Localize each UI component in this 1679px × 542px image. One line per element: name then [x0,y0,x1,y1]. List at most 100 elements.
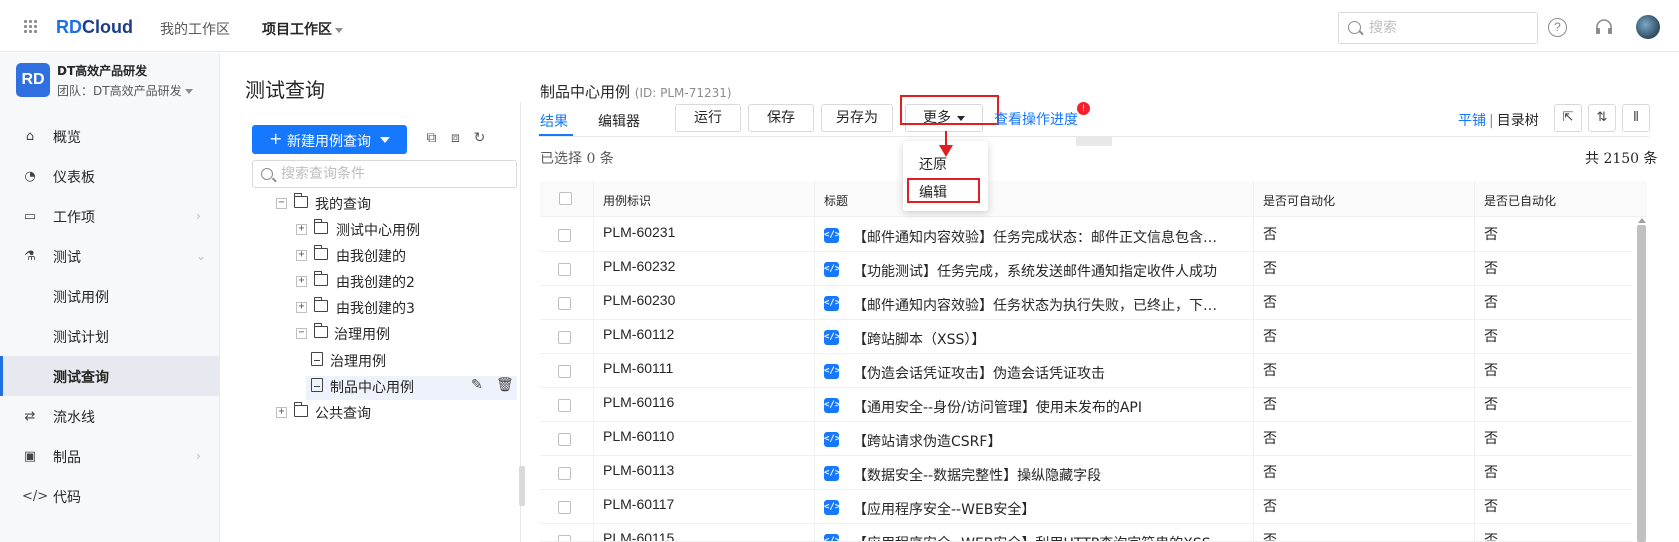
query-search-input[interactable] [281,165,511,183]
tree-item-created-by-me-2[interactable]: + 由我创建的2 [296,271,516,295]
row-checkbox[interactable] [558,535,571,541]
flask-icon: ⚗ [24,249,36,264]
folder-icon [314,323,328,338]
global-search[interactable] [1338,12,1538,44]
global-search-input[interactable] [1369,18,1529,38]
vertical-scrollbar[interactable] [1637,225,1646,542]
help-icon[interactable]: ? [1548,18,1567,37]
sidebar-item-test-plans[interactable]: 测试计划 [0,316,219,356]
tree-item-public-queries[interactable]: + 公共查询 [276,402,516,426]
sidebar-item-overview[interactable]: ⌂ 概览 [0,116,219,156]
folder-icon [294,193,308,208]
view-toggle: 平铺 | 目录树 [1458,113,1539,129]
tab-results[interactable]: 结果 [540,111,568,131]
table-row[interactable]: PLM-60230 </> 【邮件通知内容效验】任务状态为执行失败，已终止，下…… [540,286,1632,320]
expand-toggle[interactable]: + [296,302,307,313]
table-row[interactable]: PLM-60110 </> 【跨站请求伪造CSRF】 否 否 [540,422,1632,456]
sidebar-item-test-queries[interactable]: 测试查询 [0,356,219,396]
view-tree[interactable]: 目录树 [1497,113,1539,129]
sidebar-item-pipeline[interactable]: ⇄ 流水线 [0,396,219,436]
tree-item-my-queries[interactable]: − 我的查询 [276,193,516,217]
sidebar-item-dashboard[interactable]: ◔ 仪表板 [0,156,219,196]
row-checkbox[interactable] [558,297,571,310]
code-icon: </> [824,466,840,481]
table-row[interactable]: PLM-60113 </> 【数据安全--数据完整性】操纵隐藏字段 否 否 [540,456,1632,490]
delete-icon[interactable]: 🗑 [496,377,514,393]
resize-handle[interactable] [519,466,525,506]
headset-icon[interactable] [1594,17,1614,37]
edit-icon[interactable]: ✎ [471,377,483,393]
row-checkbox[interactable] [558,365,571,378]
collapse-toggle[interactable]: − [296,328,307,339]
scroll-up-arrow[interactable] [1638,218,1646,223]
table-row[interactable]: PLM-60117 </> 【应用程序安全--WEB安全】 否 否 [540,490,1632,524]
new-query-button[interactable]: + 新建用例查询 [252,125,407,154]
view-progress-link[interactable]: 查看操作进度 [994,109,1078,129]
sidebar-item-test[interactable]: ⚗ 测试 ⌄ [0,236,219,276]
copy-icon[interactable]: ⧉ [424,131,439,146]
save-button[interactable]: 保存 [748,104,814,132]
search-icon [261,168,273,180]
inbox-icon: ▭ [23,209,37,224]
column-header-case-id[interactable]: 用例标识 [603,192,651,209]
tree-item-artifact-center-query[interactable]: 制品中心用例 ✎ 🗑 [306,376,517,400]
expand-toggle[interactable]: + [296,250,307,261]
view-flat[interactable]: 平铺 [1458,113,1486,129]
tree-item-governance-query[interactable]: 治理用例 [306,350,516,374]
run-button[interactable]: 运行 [675,104,741,132]
query-search[interactable] [252,160,517,188]
duplicate-icon[interactable]: ⧈ [448,131,463,146]
rdcloud-logo[interactable]: RDCloud [56,17,133,38]
columns-icon[interactable]: ⫴ [1622,104,1650,132]
table-row[interactable]: PLM-60116 </> 【通用安全--身份/访问管理】使用未发布的API 否… [540,388,1632,422]
tab-editor[interactable]: 编辑器 [598,111,640,131]
user-avatar[interactable] [1636,15,1660,39]
collapse-toggle[interactable]: − [276,198,287,209]
row-checkbox[interactable] [558,229,571,242]
column-header-automated[interactable]: 是否已自动化 [1484,192,1556,209]
export-icon[interactable]: ⇱ [1554,104,1582,132]
refresh-icon[interactable]: ↻ [472,131,487,146]
row-checkbox[interactable] [558,433,571,446]
tree-item-test-center[interactable]: + 测试中心用例 [296,219,516,243]
nav-my-workspace[interactable]: 我的工作区 [160,19,230,39]
row-checkbox[interactable] [558,263,571,276]
tree-item-created-by-me-3[interactable]: + 由我创建的3 [296,297,516,321]
chevron-right-icon: › [196,449,201,463]
table-row[interactable]: PLM-60111 </> 【伪造会话凭证攻击】伪造会话凭证攻击 否 否 [540,354,1632,388]
sidebar: RD DT高效产品研发 团队：DT高效产品研发 ⌂ 概览 ◔ 仪表板 ▭ 工作项… [0,53,220,542]
table-row[interactable]: PLM-60232 </> 【功能测试】任务完成，系统发送邮件通知指定收件人成功… [540,252,1632,286]
row-checkbox[interactable] [558,501,571,514]
code-icon: </> [824,228,840,243]
sidebar-item-code[interactable]: </> 代码 [0,476,219,516]
column-header-title[interactable]: 标题 [824,192,848,209]
expand-toggle[interactable]: + [276,407,287,418]
chevron-down-icon [335,27,343,33]
menu-item-restore[interactable]: 还原 [919,154,947,174]
select-all-checkbox[interactable] [559,192,572,205]
row-checkbox[interactable] [558,331,571,344]
tree-item-governance-folder[interactable]: − 治理用例 [296,323,516,347]
sidebar-item-artifacts[interactable]: ▣ 制品 › [0,436,219,476]
sidebar-item-workitems[interactable]: ▭ 工作项 › [0,196,219,236]
code-icon: </> [824,398,840,413]
save-as-button[interactable]: 另存为 [821,104,893,132]
expand-toggle[interactable]: + [296,276,307,287]
nav-project-workspace[interactable]: 项目工作区 [262,19,343,39]
code-icon: </> [824,534,840,541]
team-switcher[interactable]: 团队：DT高效产品研发 [57,82,193,99]
table-row[interactable]: PLM-60115 </> 【应用程序安全--WEB安全】利用HTTP查询字符串… [540,524,1632,542]
tree-item-created-by-me[interactable]: + 由我创建的 [296,245,516,269]
plus-icon: + [269,129,283,148]
table-row[interactable]: PLM-60231 </> 【邮件通知内容效验】任务完成状态：邮件正文信息包含…… [540,218,1632,252]
sidebar-item-test-cases[interactable]: 测试用例 [0,276,219,316]
sort-icon[interactable]: ⇅ [1588,104,1616,132]
row-checkbox[interactable] [558,399,571,412]
code-icon: </> [824,432,840,447]
expand-toggle[interactable]: + [296,224,307,235]
row-checkbox[interactable] [558,467,571,480]
collapse-tab[interactable] [1076,136,1112,146]
column-header-automatable[interactable]: 是否可自动化 [1263,192,1335,209]
table-row[interactable]: PLM-60112 </> 【跨站脚本（XSS）】 否 否 [540,320,1632,354]
apps-grid-icon[interactable] [24,20,38,34]
